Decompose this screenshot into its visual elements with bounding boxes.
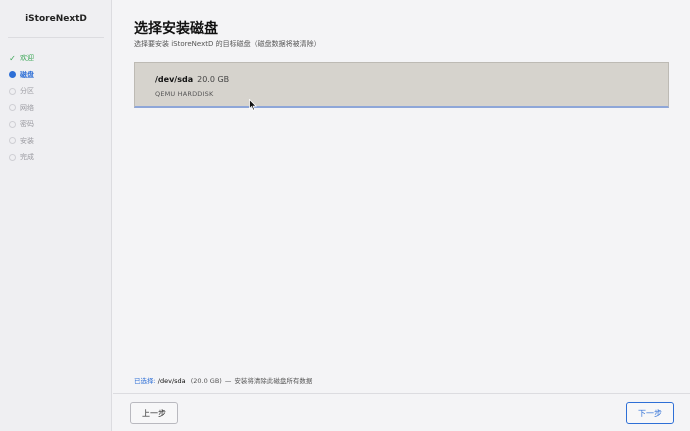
pending-circle-icon — [9, 137, 16, 145]
summary-size: (20.0 GB) — [190, 377, 222, 385]
pending-circle-icon — [9, 120, 16, 128]
sidebar: iStoreNextD ✓ 欢迎 磁盘 分区 网络 密码 安装 完成 — [0, 0, 112, 431]
disk-size: 20.0 GB — [197, 75, 230, 84]
next-button[interactable]: 下一步 — [626, 402, 674, 424]
disk-name: /dev/sda — [155, 75, 194, 84]
step-label: 密码 — [20, 120, 34, 129]
step-install[interactable]: 安装 — [9, 133, 34, 150]
step-label: 分区 — [20, 87, 34, 96]
pending-circle-icon — [9, 104, 16, 112]
step-label: 安装 — [20, 136, 34, 145]
pending-circle-icon — [9, 87, 16, 95]
disk-info: /dev/sda 20.0 GB — [155, 75, 229, 84]
step-partition[interactable]: 分区 — [9, 83, 34, 100]
step-label: 网络 — [20, 103, 34, 112]
step-password[interactable]: 密码 — [9, 116, 34, 133]
summary-device: /dev/sda — [157, 377, 186, 385]
active-dot-icon — [9, 71, 16, 79]
summary-separator: — — [224, 377, 232, 385]
prev-button[interactable]: 上一步 — [130, 402, 178, 424]
summary-label: 已选择: — [134, 377, 156, 385]
disk-model: QEMU HARDDISK — [155, 90, 214, 98]
bottom-bar: 上一步 下一步 — [113, 393, 690, 431]
step-finish[interactable]: 完成 — [9, 149, 34, 166]
main-panel: 选择安装磁盘 选择要安装 iStoreNextD 的目标磁盘（磁盘数据将被清除）… — [113, 0, 690, 431]
disk-option-sda[interactable]: /dev/sda 20.0 GB QEMU HARDDISK — [134, 62, 669, 108]
step-label: 欢迎 — [20, 54, 34, 63]
step-label: 磁盘 — [20, 70, 34, 79]
step-welcome[interactable]: ✓ 欢迎 — [9, 50, 34, 67]
page-subtitle: 选择要安装 iStoreNextD 的目标磁盘（磁盘数据将被清除） — [134, 40, 321, 48]
pending-circle-icon — [9, 153, 16, 161]
step-disk[interactable]: 磁盘 — [9, 67, 34, 84]
page-title: 选择安装磁盘 — [134, 21, 218, 37]
sidebar-divider — [8, 37, 104, 38]
summary-warning: 安装将清除此磁盘所有数据 — [234, 377, 313, 385]
step-list: ✓ 欢迎 磁盘 分区 网络 密码 安装 完成 — [9, 50, 34, 166]
step-network[interactable]: 网络 — [9, 100, 34, 117]
app-title: iStoreNextD — [25, 14, 87, 24]
selection-summary: 已选择: /dev/sda (20.0 GB) — 安装将清除此磁盘所有数据 — [134, 375, 312, 385]
mouse-cursor-icon — [249, 99, 257, 111]
step-label: 完成 — [20, 153, 34, 162]
check-icon: ✓ — [9, 53, 16, 63]
